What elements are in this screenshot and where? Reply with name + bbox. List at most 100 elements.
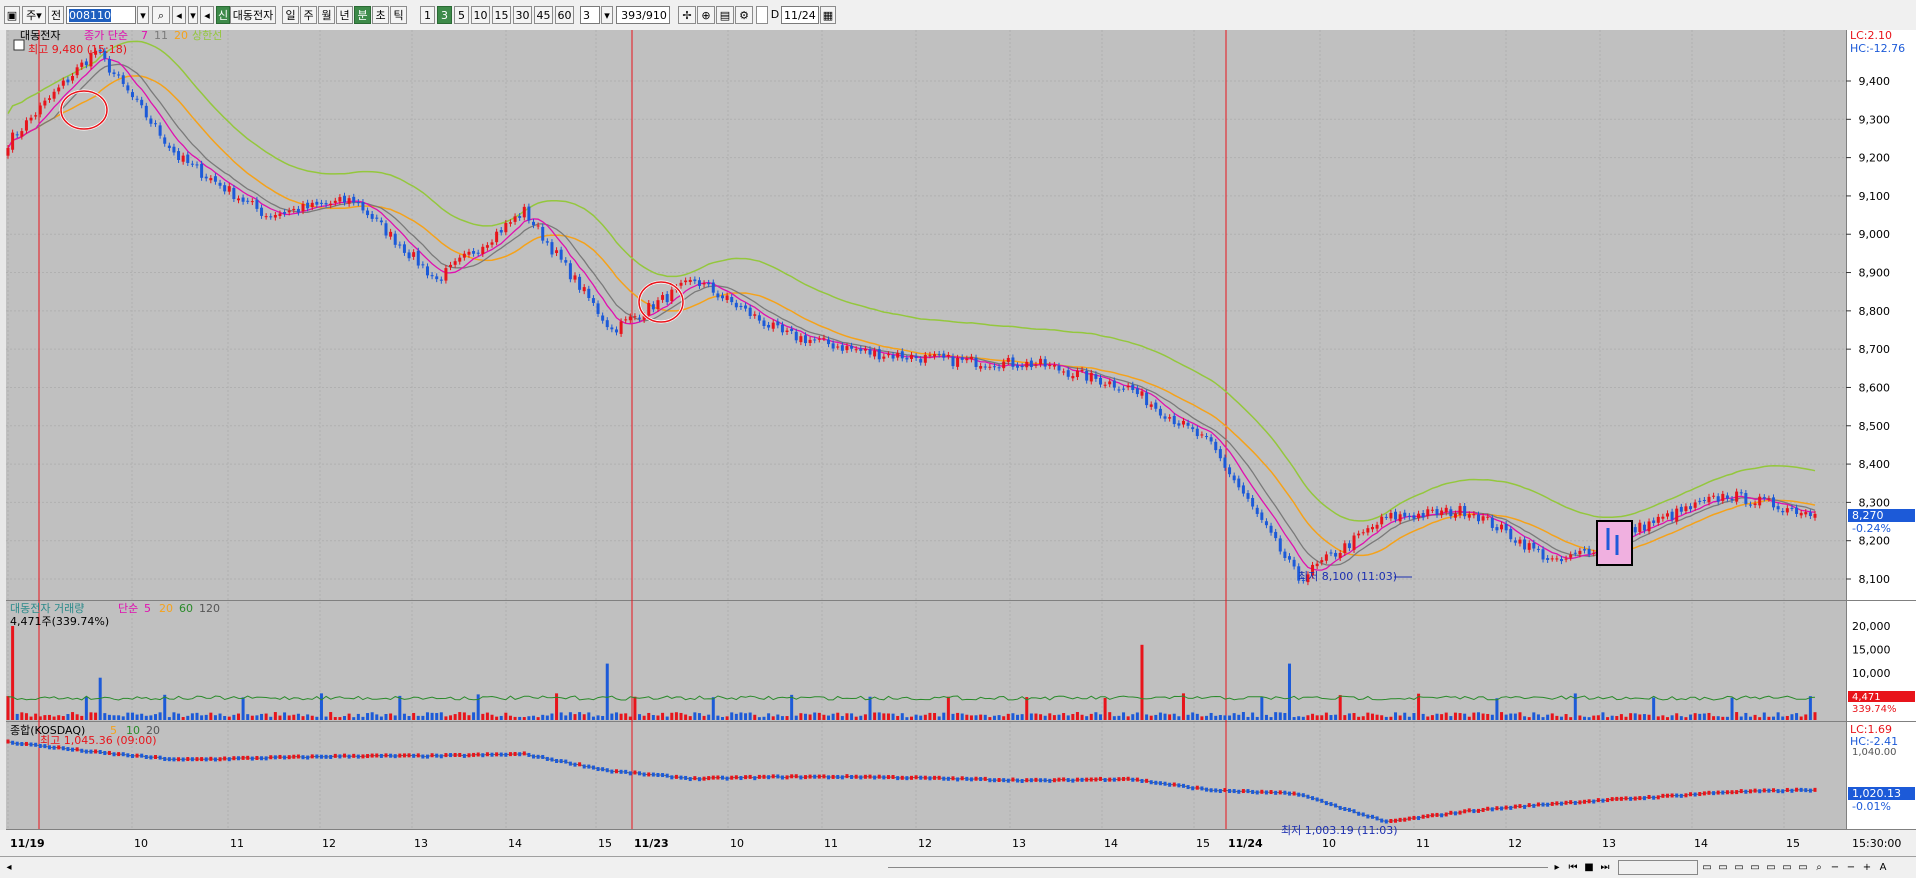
- window-menu-icon[interactable]: ▣: [4, 6, 20, 24]
- index-bar: [1241, 789, 1245, 794]
- period-button[interactable]: 틱: [390, 6, 407, 24]
- layout5-icon[interactable]: ▭: [1764, 860, 1778, 875]
- candle: [974, 357, 978, 367]
- last-page-icon[interactable]: ⏭: [1598, 860, 1612, 875]
- magnifier-icon[interactable]: ⌕: [1812, 860, 1826, 875]
- volume-bar: [20, 712, 24, 720]
- bar-count-field[interactable]: 393/910: [616, 6, 670, 24]
- volume-bar: [1758, 717, 1762, 720]
- volume-bar: [753, 714, 757, 720]
- volume-bar: [693, 712, 697, 720]
- candle: [1665, 513, 1669, 517]
- new-badge[interactable]: 신: [216, 6, 230, 24]
- candle: [739, 305, 743, 308]
- layout-icon[interactable]: ▭: [1700, 860, 1714, 875]
- period-button[interactable]: 주: [300, 6, 317, 24]
- index-bar: [1357, 811, 1361, 816]
- candle: [1587, 548, 1591, 555]
- date-checkbox-label: D: [770, 8, 780, 21]
- volume-bar: [430, 712, 434, 720]
- stock-name-field[interactable]: 대동전자: [230, 6, 276, 24]
- interval-button[interactable]: 45: [534, 6, 553, 24]
- zoom-in-icon[interactable]: +: [1860, 860, 1874, 875]
- index-bar: [1029, 778, 1033, 783]
- save-icon[interactable]: ▤: [716, 6, 734, 24]
- layout3-icon[interactable]: ▭: [1732, 860, 1746, 875]
- settings-gear-icon[interactable]: ⚙: [735, 6, 753, 24]
- candle: [937, 353, 941, 355]
- volume-bar: [1324, 712, 1328, 720]
- volume-bar: [1334, 714, 1338, 720]
- crosshair-icon[interactable]: ✢: [678, 6, 696, 24]
- zoom-slider[interactable]: [1618, 860, 1698, 875]
- candle: [822, 337, 826, 339]
- volume-bar: [1269, 717, 1273, 720]
- interval-button[interactable]: 3: [437, 6, 452, 24]
- volume-bar: [467, 715, 471, 720]
- candle: [794, 331, 798, 341]
- item-type-select[interactable]: 주▾: [22, 6, 46, 24]
- volume-bar: [1513, 713, 1517, 720]
- layout7-icon[interactable]: ▭: [1796, 860, 1810, 875]
- custom-interval-input[interactable]: 3: [580, 6, 600, 24]
- text-size-icon[interactable]: A: [1876, 860, 1890, 875]
- zoom-icon[interactable]: ⊕: [697, 6, 715, 24]
- index-bar: [1301, 793, 1305, 798]
- volume-bar: [94, 712, 98, 720]
- index-bar: [1707, 790, 1711, 795]
- volume-bar: [1158, 712, 1162, 720]
- market-select[interactable]: 전: [48, 6, 64, 24]
- candle: [264, 216, 268, 218]
- layout4-icon[interactable]: ▭: [1748, 860, 1762, 875]
- period-button[interactable]: 월: [318, 6, 335, 24]
- candle: [1795, 507, 1799, 514]
- horizontal-scrollbar[interactable]: ◂ ▸ ⏮ ■ ⏭ ▭ ▭ ▭ ▭ ▭ ▭ ▭ ⌕ − − + A: [0, 856, 1916, 878]
- zoom-reset-icon[interactable]: −: [1844, 860, 1858, 875]
- candle: [495, 231, 499, 243]
- volume-bar: [260, 713, 264, 720]
- interval-button[interactable]: 1: [420, 6, 435, 24]
- interval-button[interactable]: 5: [454, 6, 469, 24]
- volume-bar: [992, 715, 996, 720]
- volume-bar: [836, 712, 840, 720]
- candle: [250, 201, 254, 203]
- volume-bar: [1306, 715, 1310, 720]
- stop-icon[interactable]: ■: [1582, 860, 1596, 875]
- volume-bar: [946, 696, 950, 720]
- index-bar: [1670, 793, 1674, 798]
- period-button[interactable]: 년: [336, 6, 353, 24]
- candle: [522, 206, 526, 218]
- zoom-out-icon[interactable]: −: [1828, 860, 1842, 875]
- index-bar: [1702, 791, 1706, 796]
- date-input[interactable]: 11/24: [781, 6, 819, 24]
- volume-bar: [1735, 712, 1739, 720]
- interval-button[interactable]: 10: [471, 6, 490, 24]
- stock-code-input[interactable]: 008110: [66, 6, 136, 24]
- calendar-icon[interactable]: ▦: [820, 6, 836, 24]
- scroll-left-icon[interactable]: ◂: [2, 860, 16, 875]
- chart-area[interactable]: 20,00015,00010,0005,000 9,4009,3009,2009…: [0, 30, 1916, 856]
- volume-bar: [1006, 713, 1010, 720]
- speaker-icon[interactable]: ◂: [172, 6, 186, 24]
- code-dropdown-icon[interactable]: ▾: [137, 6, 149, 24]
- index-bar: [1587, 799, 1591, 804]
- period-button[interactable]: 일: [282, 6, 299, 24]
- prev-stock-icon[interactable]: ◂: [200, 6, 214, 24]
- scroll-right-icon[interactable]: ▸: [1550, 860, 1564, 875]
- scroll-track[interactable]: [888, 867, 1548, 868]
- interval-button[interactable]: 30: [513, 6, 532, 24]
- index-bar: [435, 753, 439, 758]
- period-button[interactable]: 초: [372, 6, 389, 24]
- custom-interval-dropdown-icon[interactable]: ▾: [601, 6, 613, 24]
- first-page-icon[interactable]: ⏮: [1566, 860, 1580, 875]
- index-bar: [979, 777, 983, 782]
- search-icon[interactable]: ⌕: [152, 6, 170, 24]
- speaker-dropdown-icon[interactable]: ▾: [188, 6, 198, 24]
- interval-button[interactable]: 15: [492, 6, 511, 24]
- period-button[interactable]: 분: [354, 6, 371, 24]
- candle: [476, 252, 480, 254]
- date-checkbox[interactable]: [756, 6, 768, 24]
- interval-button[interactable]: 60: [555, 6, 574, 24]
- layout2-icon[interactable]: ▭: [1716, 860, 1730, 875]
- layout6-icon[interactable]: ▭: [1780, 860, 1794, 875]
